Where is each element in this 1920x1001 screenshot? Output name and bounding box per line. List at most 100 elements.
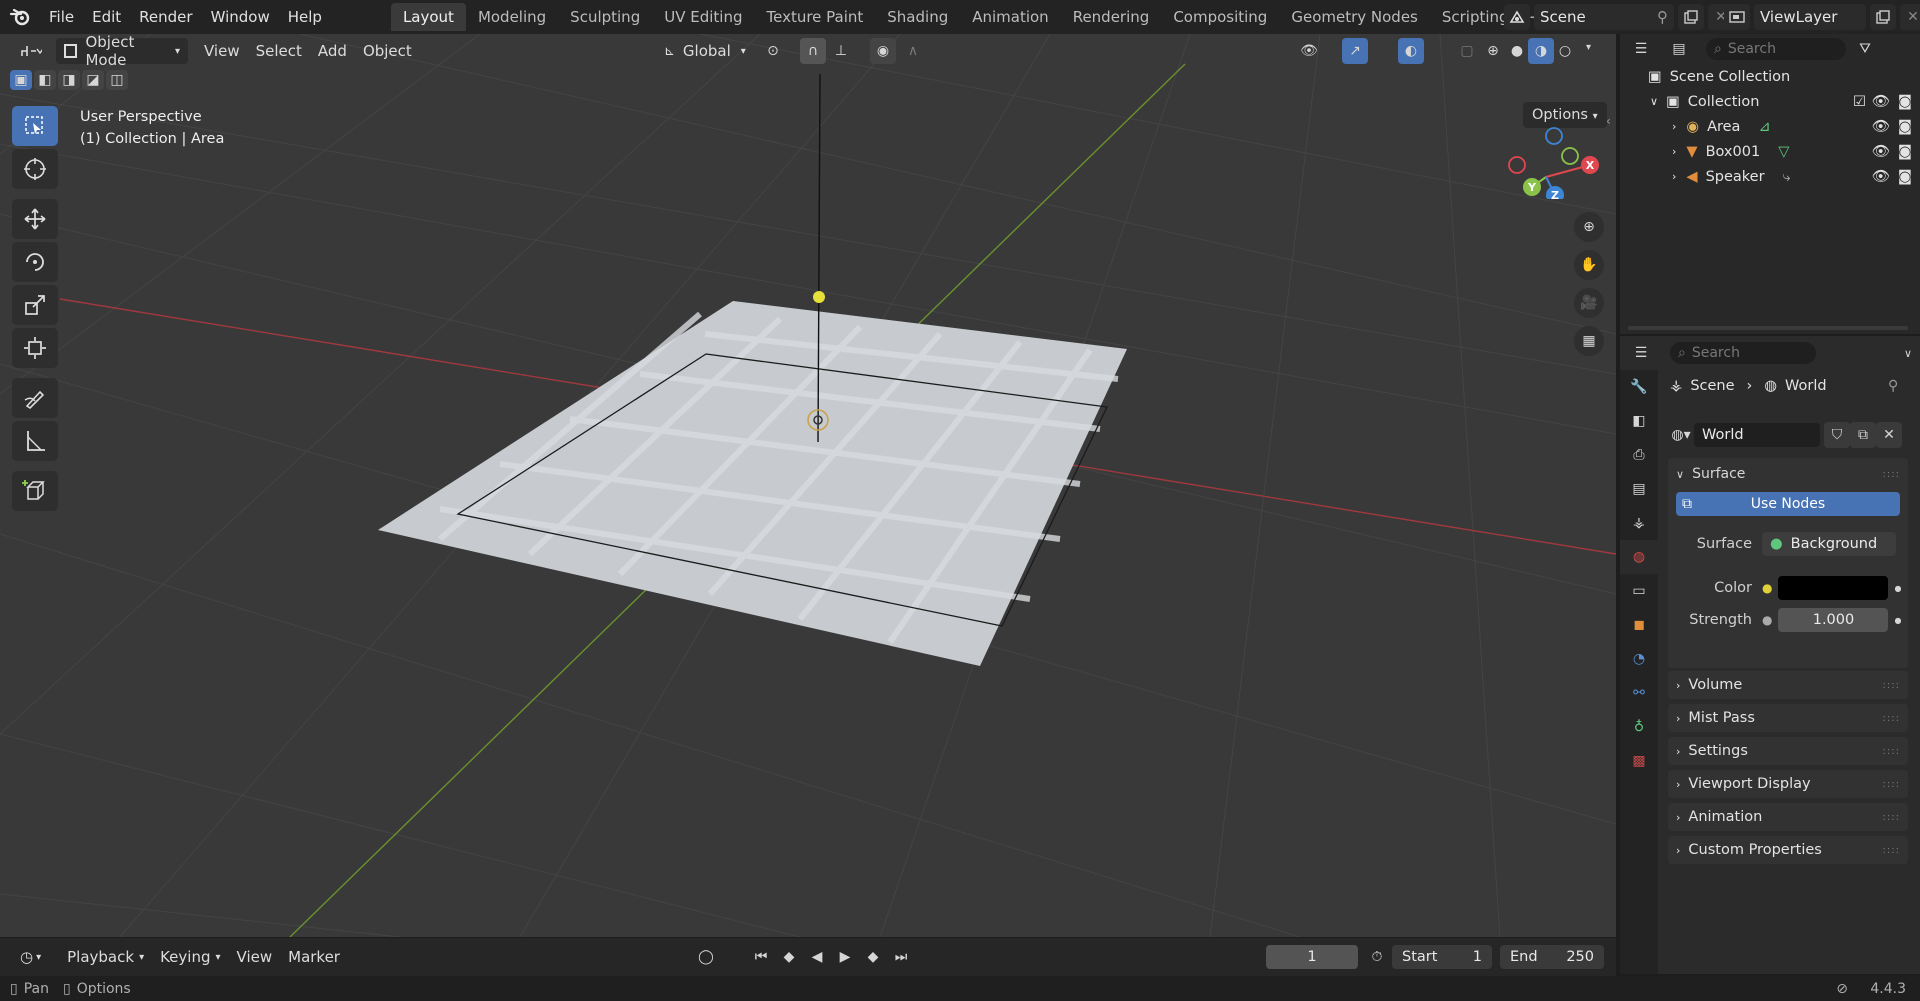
delete-view-layer-icon[interactable]: ✕ xyxy=(1900,4,1920,30)
tab-uv-editing[interactable]: UV Editing xyxy=(652,3,754,31)
light-handle[interactable] xyxy=(813,291,825,303)
select-invert-icon[interactable]: ◪ xyxy=(82,70,104,90)
auto-keying-icon[interactable]: ◯ xyxy=(693,944,719,970)
tab-geometry-nodes[interactable]: Geometry Nodes xyxy=(1279,3,1430,31)
menu-add[interactable]: Add xyxy=(310,38,355,64)
pin-icon[interactable]: ⚲ xyxy=(1657,8,1668,26)
scene-tab-icon[interactable]: ⚶ xyxy=(1620,506,1658,540)
outliner-search[interactable]: ⌕ Search xyxy=(1706,38,1846,60)
drag-handle-icon[interactable]: :::: xyxy=(1883,845,1900,856)
display-mode-icon[interactable]: ▤ xyxy=(1666,36,1692,62)
object-tab-icon[interactable]: ◼ xyxy=(1620,608,1658,642)
gizmo-toggle-icon[interactable]: ↗ xyxy=(1342,38,1368,64)
perspective-grid-icon[interactable]: ▦ xyxy=(1574,326,1604,356)
tab-layout[interactable]: Layout xyxy=(390,3,466,31)
mode-selector[interactable]: Object Mode ▾ xyxy=(56,34,188,69)
annotate-tool-icon[interactable] xyxy=(12,378,58,418)
menu-marker[interactable]: Marker xyxy=(280,944,348,970)
neg-x-handle[interactable] xyxy=(1508,156,1526,174)
visibility-icon[interactable]: 👁 xyxy=(1296,38,1322,64)
drag-handle-icon[interactable]: :::: xyxy=(1883,680,1900,691)
exclude-checkbox-icon[interactable]: ☑ xyxy=(1853,94,1866,110)
render-camera-icon[interactable]: ◙ xyxy=(1898,144,1912,160)
data-tab-icon[interactable]: ♁ xyxy=(1620,710,1658,744)
constraints-tab-icon[interactable]: ⚯ xyxy=(1620,676,1658,710)
menu-object[interactable]: Object xyxy=(355,38,420,64)
surface-shader-field[interactable]: ● Background xyxy=(1762,532,1896,556)
texture-tab-icon[interactable]: ▩ xyxy=(1620,744,1658,778)
drag-handle-icon[interactable]: :::: xyxy=(1883,779,1900,790)
menu-view-timeline[interactable]: View xyxy=(229,944,281,970)
scene-name-field[interactable]: Scene ⚲ xyxy=(1534,4,1674,30)
end-frame-field[interactable]: End 250 xyxy=(1500,945,1604,969)
collection-row[interactable]: ∨ ▣ Collection ☑ 👁 ◙ xyxy=(1620,89,1920,114)
blender-logo-icon[interactable] xyxy=(0,0,40,34)
pin-icon[interactable]: ⚲ xyxy=(1888,378,1898,394)
outliner-scrollbar[interactable] xyxy=(1628,326,1908,330)
collection-tab-icon[interactable]: ▭ xyxy=(1620,574,1658,608)
select-intersect-icon[interactable]: ◫ xyxy=(106,70,128,90)
tab-animation[interactable]: Animation xyxy=(960,3,1060,31)
chevron-down-icon[interactable]: ▾ xyxy=(1586,42,1591,53)
start-frame-field[interactable]: Start 1 xyxy=(1392,945,1492,969)
camera-icon[interactable]: 🎥 xyxy=(1574,288,1604,318)
wireframe-shading-icon[interactable]: ⊕ xyxy=(1480,38,1506,64)
snap-target-icon[interactable]: ⊥ xyxy=(828,38,854,64)
volume-panel[interactable]: › Volume:::: xyxy=(1668,671,1908,699)
tab-rendering[interactable]: Rendering xyxy=(1061,3,1162,31)
properties-editor-icon[interactable]: ☰ xyxy=(1628,340,1654,366)
view-layer-icon[interactable] xyxy=(1724,4,1750,30)
chevron-down-icon[interactable]: ∨ xyxy=(1650,95,1658,108)
unlink-close-icon[interactable]: ✕ xyxy=(1876,422,1902,448)
output-tab-icon[interactable]: ⎙ xyxy=(1620,438,1658,472)
3d-viewport[interactable]: Object Mode ▾ View Select Add Object ⊾ G… xyxy=(0,34,1616,937)
play-reverse-icon[interactable]: ◀ xyxy=(804,944,830,970)
select-extend-icon[interactable]: ◧ xyxy=(34,70,56,90)
rotate-tool-icon[interactable] xyxy=(12,242,58,282)
menu-edit[interactable]: Edit xyxy=(83,0,130,34)
duplicate-icon[interactable]: ⧉ xyxy=(1850,422,1876,448)
neg-z-handle[interactable] xyxy=(1545,127,1563,145)
material-shading-icon[interactable]: ◑ xyxy=(1528,38,1554,64)
new-scene-icon[interactable] xyxy=(1678,4,1704,30)
zoom-icon[interactable]: ⊕ xyxy=(1574,212,1604,242)
timeline-editor-icon[interactable]: ◷ ▾ xyxy=(12,944,49,970)
world-name-field[interactable]: World xyxy=(1694,423,1820,447)
viewport-display-panel[interactable]: › Viewport Display:::: xyxy=(1668,770,1908,798)
scene-collection-row[interactable]: ▣ Scene Collection xyxy=(1620,64,1920,89)
scene-icon[interactable] xyxy=(1504,4,1530,30)
chevron-down-icon[interactable]: ∨ xyxy=(1904,347,1912,360)
render-tab-icon[interactable]: ◧ xyxy=(1620,404,1658,438)
view-layer-field[interactable]: ViewLayer xyxy=(1754,4,1866,30)
tool-tab-icon[interactable]: 🔧 xyxy=(1620,370,1658,404)
menu-select[interactable]: Select xyxy=(248,38,310,64)
eye-icon[interactable]: 👁 xyxy=(1872,143,1890,160)
eye-icon[interactable]: 👁 xyxy=(1872,93,1890,110)
select-box-tool-icon[interactable] xyxy=(12,106,58,146)
orientation-selector[interactable]: ⊾ Global ▾ xyxy=(656,38,754,64)
next-keyframe-icon[interactable]: ◆ xyxy=(860,944,886,970)
surface-panel-header[interactable]: ∨ Surface :::: xyxy=(1668,458,1908,490)
snap-icon[interactable]: ∩ xyxy=(800,38,826,64)
use-nodes-button[interactable]: ⧉ Use Nodes xyxy=(1676,492,1900,516)
strength-field[interactable]: 1.000 xyxy=(1778,608,1889,632)
drag-handle-icon[interactable]: :::: xyxy=(1883,713,1900,724)
drag-handle-icon[interactable]: :::: xyxy=(1883,746,1900,757)
color-swatch[interactable] xyxy=(1778,576,1889,600)
new-view-layer-icon[interactable] xyxy=(1870,4,1896,30)
breadcrumb-scene[interactable]: Scene xyxy=(1690,378,1734,394)
xray-icon[interactable]: ▢ xyxy=(1454,38,1480,64)
outliner-item[interactable]: › ◉ Area ⊿ 👁 ◙ xyxy=(1620,114,1920,139)
measure-tool-icon[interactable] xyxy=(12,421,58,461)
world-browse-icon[interactable]: ◍▾ xyxy=(1668,422,1694,448)
animation-panel[interactable]: › Animation:::: xyxy=(1668,803,1908,831)
falloff-icon[interactable]: ∧ xyxy=(900,38,926,64)
navigation-gizmo[interactable]: X Y Z xyxy=(1500,109,1610,199)
custom-properties-panel[interactable]: › Custom Properties:::: xyxy=(1668,836,1908,864)
render-camera-icon[interactable]: ◙ xyxy=(1898,169,1912,185)
tab-sculpting[interactable]: Sculpting xyxy=(558,3,652,31)
fake-user-shield-icon[interactable]: ⛉ xyxy=(1824,422,1850,448)
physics-tab-icon[interactable]: ◔ xyxy=(1620,642,1658,676)
menu-playback[interactable]: Playback ▾ xyxy=(59,944,152,970)
cursor-tool-icon[interactable] xyxy=(12,149,58,189)
